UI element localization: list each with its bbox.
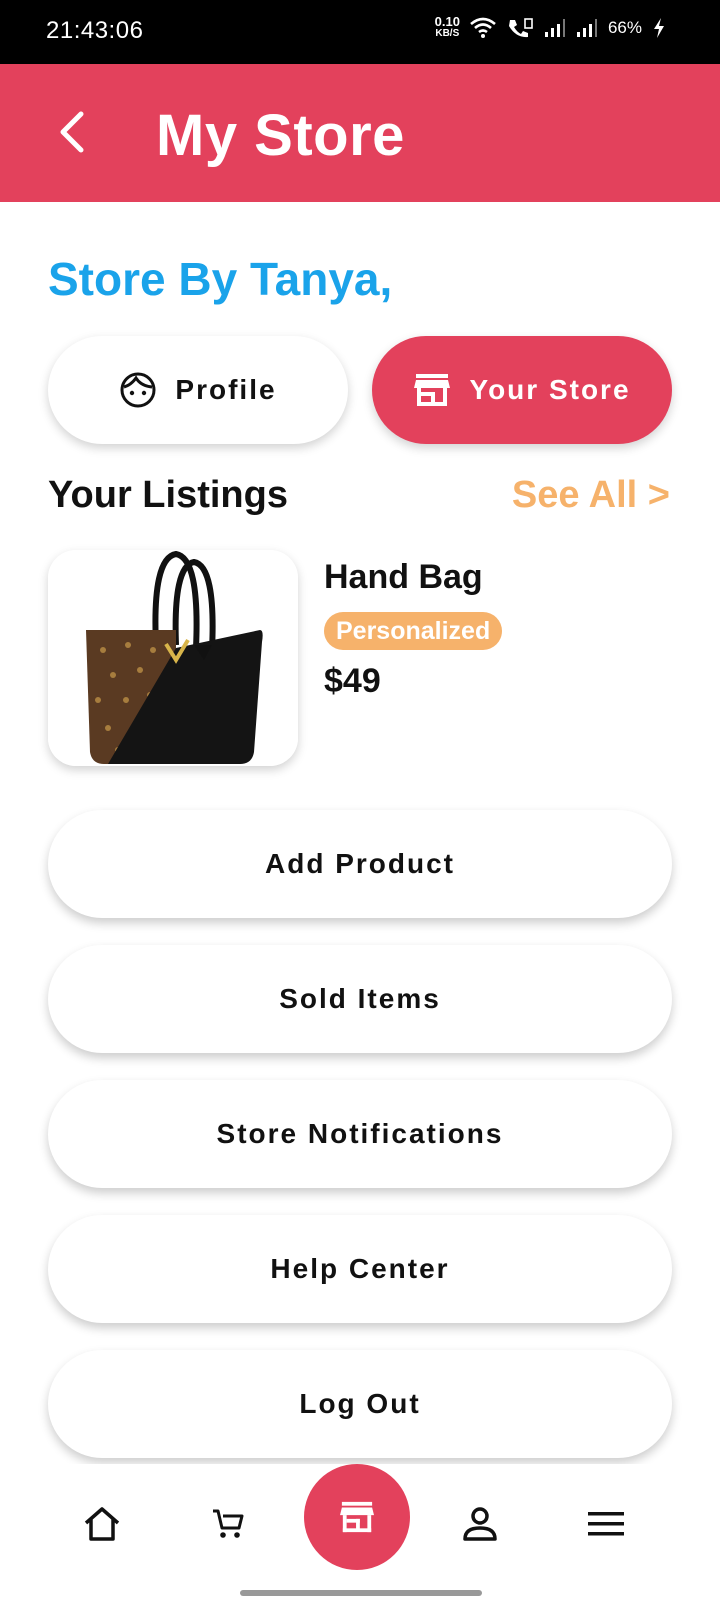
chevron-left-icon (60, 111, 84, 153)
bottom-navigation (0, 1464, 720, 1600)
net-speed-value: 0.10 (434, 14, 460, 29)
tab-profile[interactable]: Profile (48, 336, 348, 444)
battery-level: 66% (607, 18, 642, 37)
net-speed-unit: KB/S (435, 28, 460, 39)
wifi-icon (470, 17, 496, 38)
store-notifications-button[interactable]: Store Notifications (48, 1080, 672, 1188)
menu-icon (588, 1512, 624, 1536)
cart-icon (213, 1509, 244, 1538)
signal-icon-1 (544, 19, 565, 37)
nav-menu[interactable] (578, 1496, 634, 1552)
nav-store[interactable] (304, 1464, 410, 1570)
log-out-button[interactable]: Log Out (48, 1350, 672, 1458)
status-time: 21:43:06 (46, 17, 144, 44)
page-title: My Store (156, 103, 405, 168)
tab-your-store[interactable]: Your Store (372, 336, 672, 444)
handbag-image (48, 550, 298, 766)
add-product-button[interactable]: Add Product (48, 810, 672, 918)
tab-your-store-label: Your Store (469, 374, 631, 405)
nav-home[interactable] (74, 1496, 130, 1552)
sold-items-button[interactable]: Sold Items (48, 945, 672, 1053)
back-button[interactable] (42, 102, 102, 162)
store-greeting: Store By Tanya, (48, 253, 393, 305)
nav-profile[interactable] (452, 1496, 508, 1552)
product-name[interactable]: Hand Bag (324, 558, 483, 597)
home-icon (84, 1507, 120, 1541)
product-badge: Personalized (324, 612, 503, 650)
person-icon (463, 1507, 497, 1541)
tab-profile-label: Profile (175, 374, 277, 405)
product-image[interactable] (48, 550, 298, 766)
wifi-calling-icon (508, 18, 533, 38)
help-center-button[interactable]: Help Center (48, 1215, 672, 1323)
app-bar: My Store (0, 64, 720, 202)
listings-title: Your Listings (48, 474, 288, 516)
status-bar: 21:43:06 0.10 KB/S 66% (0, 0, 720, 64)
face-icon (120, 372, 156, 408)
nav-cart[interactable] (200, 1496, 256, 1552)
signal-icon-2 (576, 19, 597, 37)
network-speed: 0.10 KB/S (434, 14, 460, 40)
store-icon (414, 374, 451, 406)
see-all-link[interactable]: See All > (512, 474, 670, 517)
store-icon (340, 1501, 374, 1533)
product-price: $49 (324, 662, 381, 700)
charging-icon (654, 18, 664, 38)
status-icons: 0.10 KB/S 66% (434, 14, 666, 40)
home-indicator[interactable] (240, 1590, 482, 1596)
